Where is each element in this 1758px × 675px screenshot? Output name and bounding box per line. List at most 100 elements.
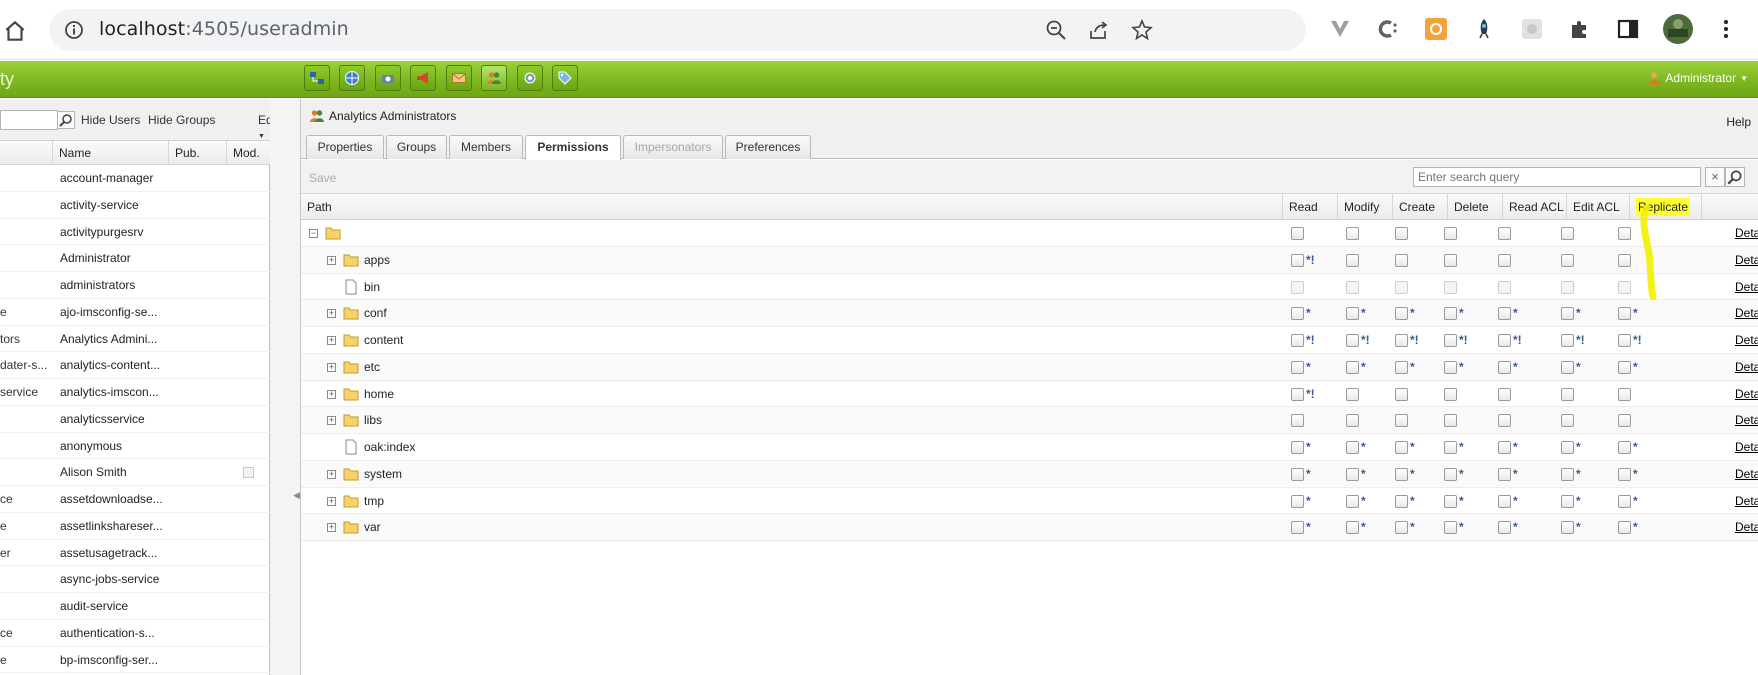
permission-checkbox[interactable] (1498, 441, 1511, 454)
collapse-arrow-icon[interactable]: ◀ (293, 490, 300, 501)
permission-checkbox[interactable] (1291, 467, 1304, 481)
site-info-icon[interactable] (64, 20, 84, 40)
users-search-input[interactable] (0, 110, 58, 130)
permission-checkbox[interactable] (1561, 441, 1574, 454)
permission-checkbox[interactable] (1561, 334, 1574, 347)
permission-checkbox[interactable] (1561, 307, 1574, 321)
user-row[interactable]: account-manager (0, 165, 270, 192)
column-pub[interactable]: Pub. (168, 141, 226, 165)
permission-checkbox[interactable] (1346, 280, 1359, 294)
node-label[interactable]: var (364, 520, 381, 534)
details-link[interactable]: Details (1735, 226, 1758, 240)
permission-checkbox[interactable] (1498, 253, 1511, 267)
tagging-button[interactable] (552, 65, 578, 91)
permission-checkbox[interactable] (1346, 387, 1359, 401)
permission-checkbox[interactable] (1346, 307, 1359, 321)
permission-checkbox[interactable] (1291, 441, 1304, 454)
collapse-icon[interactable]: − (309, 229, 318, 238)
details-link[interactable]: Details (1735, 467, 1758, 481)
permission-checkbox[interactable] (1291, 280, 1304, 294)
help-link[interactable]: Help (1726, 115, 1751, 129)
grey-extension-icon[interactable] (1520, 17, 1544, 41)
node-label[interactable]: oak:index (364, 440, 415, 454)
user-row[interactable]: async-jobs-service (0, 566, 270, 593)
user-row[interactable]: anonymous (0, 433, 270, 460)
expand-icon[interactable]: + (327, 362, 336, 372)
users-search-button[interactable] (57, 111, 75, 129)
permission-checkbox[interactable] (1618, 387, 1631, 401)
puzzle-icon[interactable] (1568, 17, 1592, 41)
permission-checkbox[interactable] (1444, 307, 1457, 321)
tab-permissions[interactable]: Permissions (525, 135, 621, 160)
details-link[interactable]: Details (1735, 387, 1758, 401)
permission-checkbox[interactable] (1395, 414, 1408, 428)
c-extension-icon[interactable] (1376, 17, 1400, 41)
hide-groups-button[interactable]: Hide Groups (148, 113, 215, 127)
permission-checkbox[interactable] (1395, 280, 1408, 294)
permission-checkbox[interactable] (1561, 387, 1574, 401)
permission-checkbox[interactable] (1444, 253, 1457, 267)
sidebar-icon[interactable] (1616, 17, 1640, 41)
user-row[interactable]: activity-service (0, 192, 270, 219)
permission-checkbox[interactable] (1291, 227, 1304, 240)
v-extension-icon[interactable] (1328, 17, 1352, 41)
inbox-button[interactable] (446, 65, 472, 91)
permission-checkbox[interactable] (1395, 227, 1408, 240)
permission-checkbox[interactable] (1498, 280, 1511, 294)
bookmark-star-icon[interactable] (1131, 19, 1153, 41)
column-mod[interactable]: Mod. (226, 141, 270, 165)
expand-icon[interactable]: + (327, 496, 336, 506)
permission-checkbox[interactable] (1444, 467, 1457, 481)
home-icon[interactable] (2, 18, 28, 44)
tools-button[interactable] (517, 65, 543, 91)
permission-checkbox[interactable] (1561, 414, 1574, 428)
permission-checkbox[interactable] (1618, 441, 1631, 454)
permission-checkbox[interactable] (1291, 387, 1304, 401)
user-row[interactable]: ce authentication-s... (0, 620, 270, 647)
zoom-out-icon[interactable] (1045, 19, 1067, 41)
permission-checkbox[interactable] (1346, 467, 1359, 481)
rocket-extension-icon[interactable] (1472, 17, 1496, 41)
tab-properties[interactable]: Properties (306, 135, 384, 159)
user-row[interactable]: ce assetdownloadse... (0, 486, 270, 513)
permission-checkbox[interactable] (1346, 253, 1359, 267)
permission-checkbox[interactable] (1291, 253, 1304, 267)
permission-checkbox[interactable] (1291, 334, 1304, 347)
kebab-menu-icon[interactable] (1714, 17, 1738, 41)
permission-checkbox[interactable] (1395, 387, 1408, 401)
column-name[interactable]: Name (52, 141, 168, 165)
column-create[interactable]: Create (1392, 194, 1447, 220)
tab-preferences[interactable]: Preferences (725, 135, 811, 159)
permission-checkbox[interactable] (1444, 280, 1457, 294)
permission-checkbox[interactable] (1395, 441, 1408, 454)
address-bar[interactable]: localhost:4505/useradmin (49, 9, 1306, 51)
orange-extension-icon[interactable] (1424, 17, 1448, 41)
user-row[interactable]: e bp-imsconfig-ser... (0, 647, 270, 674)
user-row[interactable]: activitypurgesrv (0, 219, 270, 246)
permission-checkbox[interactable] (1395, 521, 1408, 535)
node-label[interactable]: libs (364, 413, 382, 427)
permission-checkbox[interactable] (1618, 280, 1631, 294)
expand-icon[interactable]: + (327, 389, 336, 399)
user-menu[interactable]: Administrator ▼ (1647, 71, 1748, 85)
permission-checkbox[interactable] (1618, 414, 1631, 428)
permission-checkbox[interactable] (1444, 494, 1457, 508)
node-label[interactable]: system (364, 467, 402, 481)
permission-checkbox[interactable] (1561, 253, 1574, 267)
permission-checkbox[interactable] (1444, 387, 1457, 401)
user-row[interactable]: er assetusagetrack... (0, 540, 270, 567)
profile-avatar[interactable] (1662, 13, 1694, 45)
permission-checkbox[interactable] (1498, 467, 1511, 481)
details-link[interactable]: Details (1735, 306, 1758, 320)
permission-checkbox[interactable] (1444, 521, 1457, 535)
clear-search-button[interactable]: × (1705, 167, 1725, 187)
user-row[interactable]: e ajo-imsconfig-se... (0, 299, 270, 326)
permission-checkbox[interactable] (1395, 494, 1408, 508)
panel-splitter[interactable] (270, 99, 300, 675)
sites-button[interactable] (304, 65, 330, 91)
expand-icon[interactable]: + (327, 523, 336, 533)
permission-checkbox[interactable] (1618, 467, 1631, 481)
web-button[interactable] (339, 65, 365, 91)
node-label[interactable]: home (364, 387, 394, 401)
permission-checkbox[interactable] (1291, 414, 1304, 428)
